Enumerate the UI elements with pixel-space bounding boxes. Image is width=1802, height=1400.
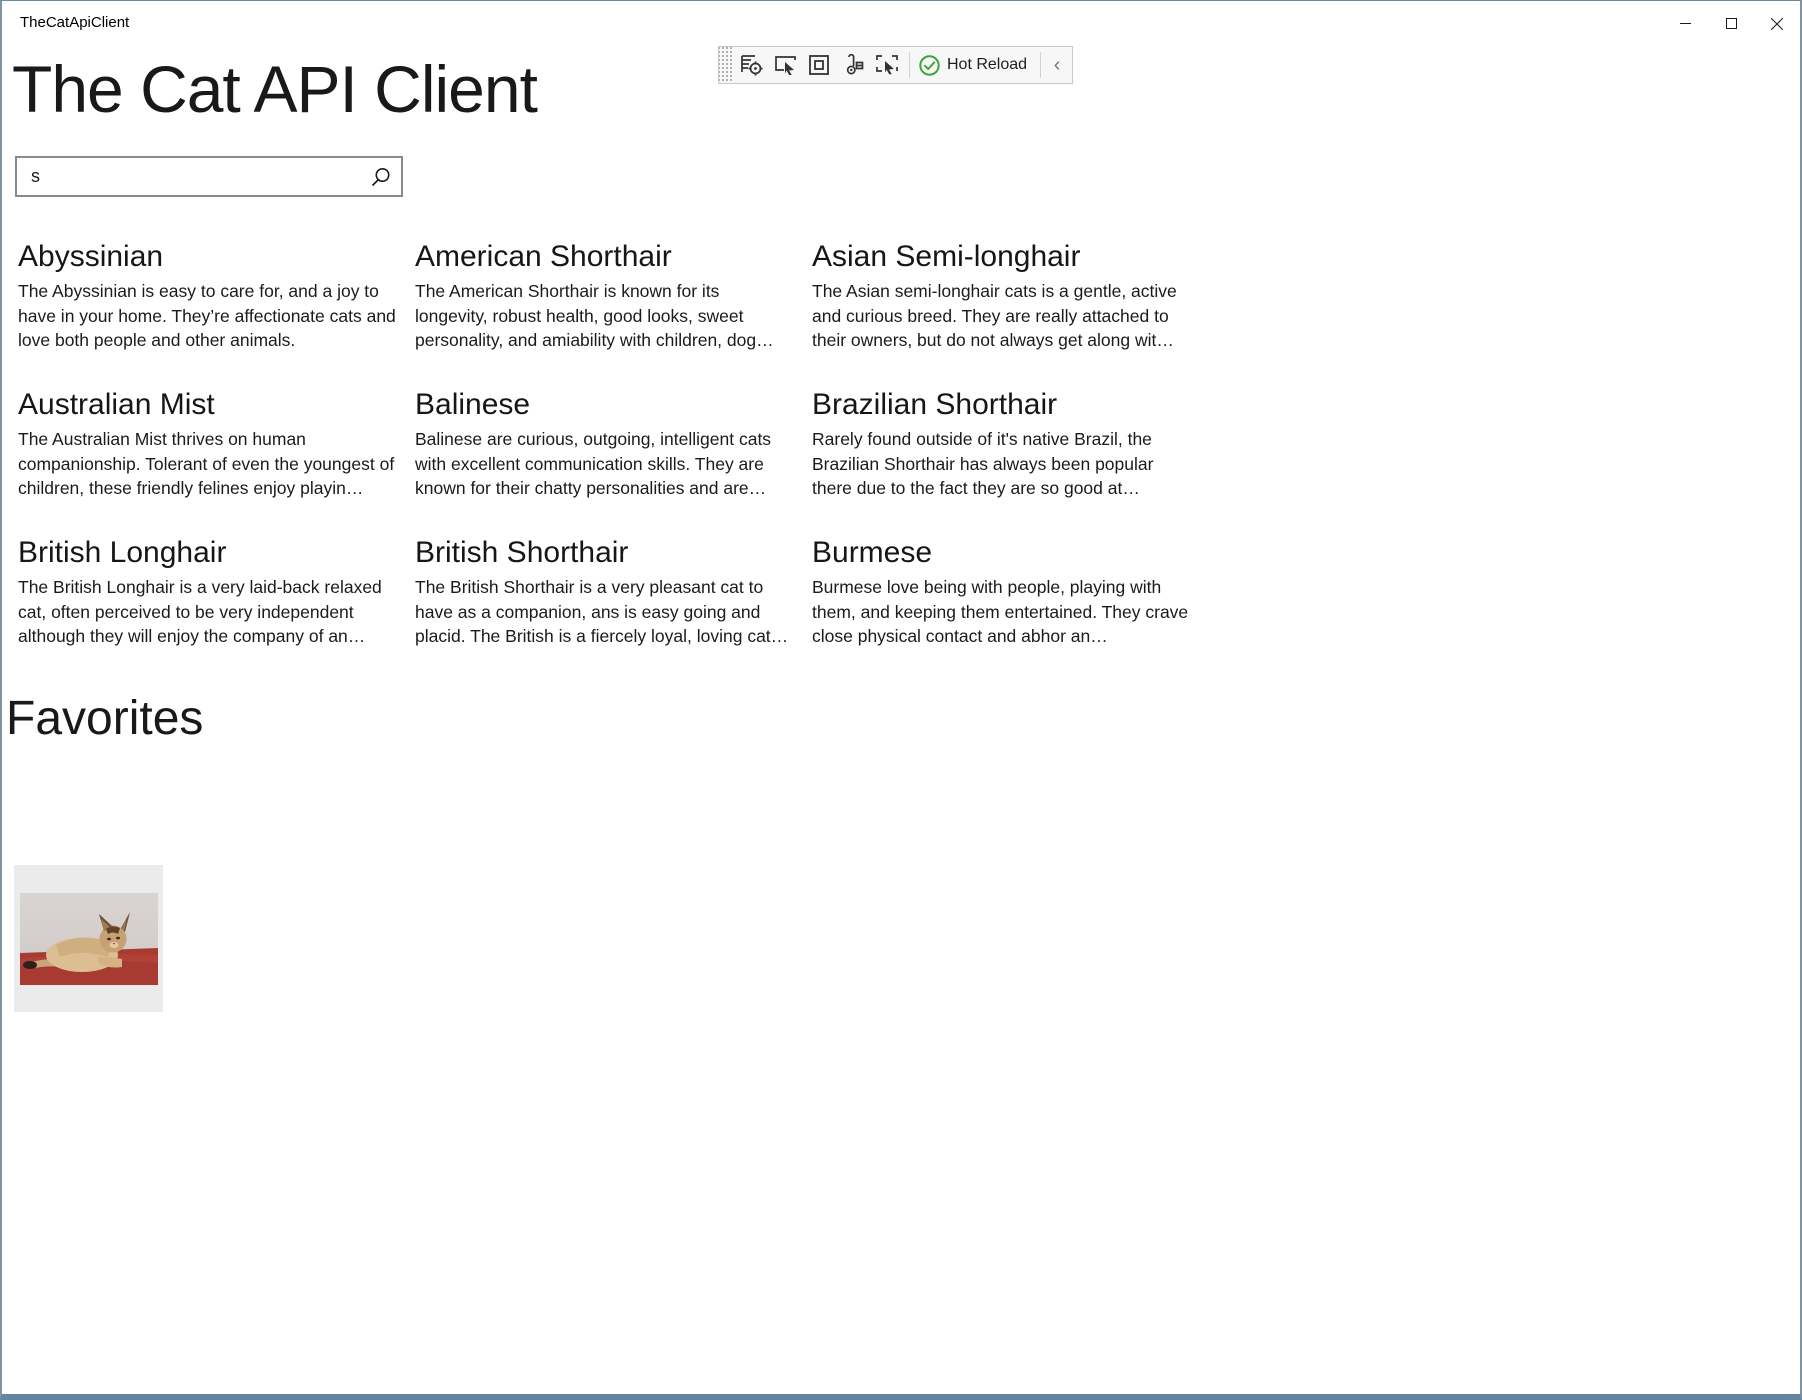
breed-name: Balinese: [415, 385, 795, 425]
display-layout-adorners-button[interactable]: [802, 49, 836, 81]
breed-card[interactable]: Burmese Burmese love being with people, …: [812, 533, 1209, 648]
collapse-toolbar-button[interactable]: ‹: [1046, 50, 1068, 80]
favorites-title: Favorites: [6, 689, 203, 749]
track-focused-element-button[interactable]: [836, 49, 870, 81]
breed-card[interactable]: Australian Mist The Australian Mist thri…: [18, 385, 415, 500]
display-layout-adorners-icon: [808, 54, 830, 76]
hot-reload-ok-check-icon: [919, 55, 940, 76]
breed-grid: Abyssinian The Abyssinian is easy to car…: [18, 237, 1218, 648]
maximize-icon: [1726, 18, 1737, 29]
close-icon: [1771, 18, 1783, 30]
title-bar: TheCatApiClient: [2, 1, 1800, 46]
breed-name: Abyssinian: [18, 237, 398, 277]
window-controls: [1662, 1, 1800, 46]
breed-card[interactable]: American Shorthair The American Shorthai…: [415, 237, 812, 352]
toolbar-separator: [909, 52, 910, 78]
breed-name: American Shorthair: [415, 237, 795, 277]
search-icon[interactable]: [361, 158, 401, 195]
enable-selection-icon: [774, 54, 797, 76]
select-element-button[interactable]: [870, 49, 904, 81]
maximize-button[interactable]: [1708, 1, 1754, 46]
breed-name: Australian Mist: [18, 385, 398, 425]
track-focused-element-icon: [841, 54, 865, 76]
breed-description: Rarely found outside of it's native Braz…: [812, 427, 1192, 501]
toolbar-separator: [1040, 52, 1041, 78]
go-to-live-visual-tree-button[interactable]: [734, 49, 768, 81]
hot-reload-label: Hot Reload: [947, 56, 1027, 74]
breed-card[interactable]: British Longhair The British Longhair is…: [18, 533, 415, 648]
breed-card[interactable]: Abyssinian The Abyssinian is easy to car…: [18, 237, 415, 352]
favorite-item[interactable]: [14, 865, 163, 1012]
abyssinian-cat-photo: [20, 893, 158, 985]
minimize-button[interactable]: [1662, 1, 1708, 46]
breed-card[interactable]: Asian Semi-longhair The Asian semi-longh…: [812, 237, 1209, 352]
breed-name: British Shorthair: [415, 533, 795, 573]
window-title: TheCatApiClient: [20, 14, 129, 31]
select-element-icon: [875, 54, 899, 76]
breed-name: Brazilian Shorthair: [812, 385, 1192, 425]
toolbar-drag-handle[interactable]: [719, 47, 732, 83]
breed-card[interactable]: British Shorthair The British Shorthair …: [415, 533, 812, 648]
breed-description: Balinese are curious, outgoing, intellig…: [415, 427, 795, 501]
breed-description: The American Shorthair is known for its …: [415, 279, 795, 353]
app-window: TheCatApiClient: [0, 0, 1802, 1400]
breed-name: British Longhair: [18, 533, 398, 573]
breed-name: Burmese: [812, 533, 1192, 573]
hot-reload-indicator[interactable]: Hot Reload: [915, 55, 1035, 76]
breed-description: The Asian semi-longhair cats is a gentle…: [812, 279, 1192, 353]
breed-description: Burmese love being with people, playing …: [812, 575, 1192, 649]
enable-selection-button[interactable]: [768, 49, 802, 81]
page-title: The Cat API Client: [12, 45, 537, 133]
close-button[interactable]: [1754, 1, 1800, 46]
vs-debug-toolbar: Hot Reload ‹: [718, 46, 1073, 84]
breed-card[interactable]: Brazilian Shorthair Rarely found outside…: [812, 385, 1209, 500]
breed-card[interactable]: Balinese Balinese are curious, outgoing,…: [415, 385, 812, 500]
breed-description: The British Shorthair is a very pleasant…: [415, 575, 795, 649]
search-box: [15, 156, 403, 197]
breed-description: The Australian Mist thrives on human com…: [18, 427, 398, 501]
minimize-icon: [1680, 18, 1691, 29]
breed-description: The Abyssinian is easy to care for, and …: [18, 279, 398, 353]
search-input[interactable]: [17, 158, 361, 195]
go-to-live-visual-tree-icon: [739, 54, 763, 76]
breed-name: Asian Semi-longhair: [812, 237, 1192, 277]
breed-description: The British Longhair is a very laid-back…: [18, 575, 398, 649]
